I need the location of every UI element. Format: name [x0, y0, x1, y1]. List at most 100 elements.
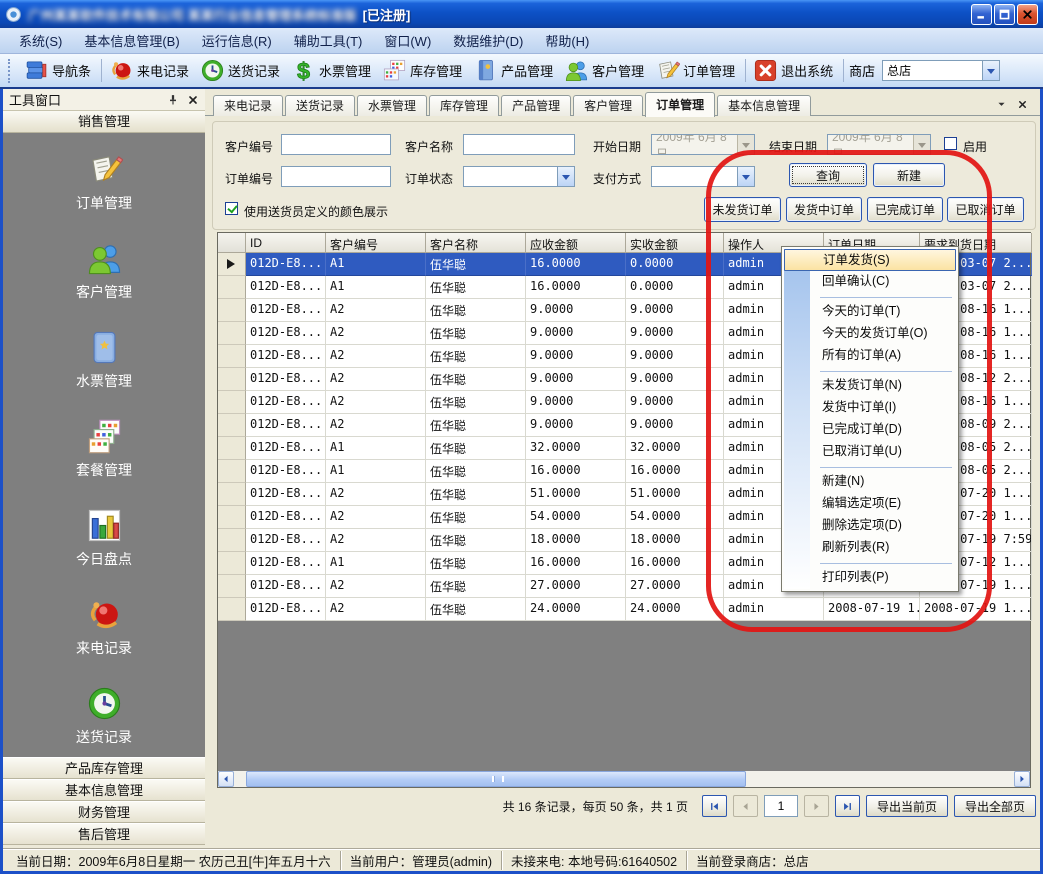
- context-menu-item[interactable]: 已完成订单(D): [784, 419, 956, 441]
- document-tab[interactable]: 产品管理: [501, 95, 571, 116]
- row-selector[interactable]: [218, 276, 246, 299]
- table-header-cell[interactable]: 应收金额: [526, 233, 626, 253]
- pay-method-combo[interactable]: [651, 166, 755, 187]
- table-header-cell[interactable]: 客户名称: [426, 233, 526, 253]
- export-current-page-button[interactable]: 导出当前页: [866, 795, 948, 817]
- document-tab[interactable]: 库存管理: [429, 95, 499, 116]
- scroll-right-button[interactable]: [1014, 771, 1030, 787]
- sidebar-section-sales[interactable]: 销售管理: [3, 111, 205, 133]
- use-color-checkbox[interactable]: [225, 202, 238, 215]
- row-selector[interactable]: [218, 575, 246, 598]
- row-selector[interactable]: [218, 391, 246, 414]
- row-selector[interactable]: [218, 345, 246, 368]
- sidebar-item[interactable]: 今日盘点: [76, 507, 132, 569]
- row-selector[interactable]: [218, 414, 246, 437]
- document-tab[interactable]: 送货记录: [285, 95, 355, 116]
- row-selector[interactable]: [218, 253, 246, 276]
- context-menu-item[interactable]: 未发货订单(N): [784, 375, 956, 397]
- window-control-button[interactable]: [1017, 4, 1038, 25]
- export-all-pages-button[interactable]: 导出全部页: [954, 795, 1036, 817]
- context-menu-item[interactable]: [784, 367, 956, 375]
- row-selector[interactable]: [218, 506, 246, 529]
- new-button[interactable]: 新建: [873, 163, 945, 187]
- scroll-left-button[interactable]: [218, 771, 234, 787]
- sidebar-section-bar[interactable]: 售后管理: [3, 823, 205, 845]
- close-icon[interactable]: [187, 94, 199, 106]
- horizontal-scrollbar[interactable]: [218, 771, 1030, 787]
- toolbar-button[interactable]: 退出系统: [749, 56, 840, 85]
- toolbar-button[interactable]: 来电记录: [105, 56, 196, 85]
- last-page-button[interactable]: [835, 795, 860, 817]
- document-tab[interactable]: 客户管理: [573, 95, 643, 116]
- context-menu-item[interactable]: 今天的订单(T): [784, 301, 956, 323]
- sidebar-item[interactable]: 来电记录: [76, 596, 132, 658]
- sidebar-section-bar[interactable]: 基本信息管理: [3, 779, 205, 801]
- toolbar-button[interactable]: 产品管理: [469, 56, 560, 85]
- context-menu-item[interactable]: 编辑选定项(E): [784, 493, 956, 515]
- context-menu-item[interactable]: 回单确认(C): [784, 271, 956, 293]
- shop-combo[interactable]: 总店: [882, 60, 1000, 81]
- context-menu-item[interactable]: 今天的发货订单(O): [784, 323, 956, 345]
- toolbar-button[interactable]: 订单管理: [651, 56, 742, 85]
- context-menu-item[interactable]: 所有的订单(A): [784, 345, 956, 367]
- menu-bar-item[interactable]: 数据维护(D): [442, 27, 534, 54]
- customer-name-input[interactable]: [463, 134, 575, 155]
- context-menu-item[interactable]: 打印列表(P): [784, 567, 956, 589]
- order-status-combo[interactable]: [463, 166, 575, 187]
- toolbar-button[interactable]: 库存管理: [378, 56, 469, 85]
- combo-arrow-icon[interactable]: [557, 167, 574, 186]
- table-row[interactable]: 012D-E8... A2 伍华聪 24.0000 24.0000 admin: [218, 598, 1030, 621]
- order-code-input[interactable]: [281, 166, 391, 187]
- close-icon[interactable]: [1017, 99, 1028, 110]
- status-filter-button[interactable]: 已取消订单: [947, 197, 1024, 222]
- toolbar-grip[interactable]: [8, 59, 13, 83]
- sidebar-item[interactable]: 套餐管理: [76, 418, 132, 480]
- table-header-cell[interactable]: 客户编号: [326, 233, 426, 253]
- sidebar-item[interactable]: 送货记录: [76, 685, 132, 747]
- context-menu-item[interactable]: 订单发货(S): [784, 249, 956, 271]
- context-menu-item[interactable]: [784, 293, 956, 301]
- menu-bar-item[interactable]: 辅助工具(T): [283, 27, 374, 54]
- table-header-cell[interactable]: 实收金额: [626, 233, 724, 253]
- context-menu-item[interactable]: 删除选定项(D): [784, 515, 956, 537]
- menu-bar-item[interactable]: 系统(S): [8, 27, 73, 54]
- end-date-picker[interactable]: 2009年 6月 8日: [827, 134, 931, 155]
- row-selector[interactable]: [218, 598, 246, 621]
- toolbar-button[interactable]: 客户管理: [560, 56, 651, 85]
- next-page-button[interactable]: [804, 795, 829, 817]
- query-button[interactable]: 查询: [789, 163, 867, 187]
- enable-checkbox[interactable]: [944, 137, 957, 150]
- row-selector[interactable]: [218, 437, 246, 460]
- row-selector[interactable]: [218, 299, 246, 322]
- table-header-cell[interactable]: ID: [246, 233, 326, 253]
- toolbar-button[interactable]: 送货记录: [196, 56, 287, 85]
- document-tab[interactable]: 订单管理: [645, 92, 715, 117]
- pin-icon[interactable]: [167, 94, 179, 106]
- page-number-input[interactable]: [764, 795, 798, 817]
- context-menu-item[interactable]: 发货中订单(I): [784, 397, 956, 419]
- row-selector[interactable]: [218, 483, 246, 506]
- status-filter-button[interactable]: 发货中订单: [786, 197, 862, 222]
- toolbar-button[interactable]: $ 水票管理: [287, 56, 378, 85]
- start-date-picker[interactable]: 2009年 6月 8日: [651, 134, 755, 155]
- status-filter-button[interactable]: 已完成订单: [867, 197, 943, 222]
- chevron-down-icon[interactable]: [996, 99, 1007, 110]
- sidebar-item[interactable]: 客户管理: [76, 240, 132, 302]
- customer-code-input[interactable]: [281, 134, 391, 155]
- row-selector[interactable]: [218, 529, 246, 552]
- sidebar-section-bar[interactable]: 财务管理: [3, 801, 205, 823]
- context-menu-item[interactable]: 新建(N): [784, 471, 956, 493]
- sidebar-section-bar[interactable]: 产品库存管理: [3, 757, 205, 779]
- row-selector[interactable]: [218, 322, 246, 345]
- context-menu-item[interactable]: 已取消订单(U): [784, 441, 956, 463]
- document-tab[interactable]: 来电记录: [213, 95, 283, 116]
- context-menu-item[interactable]: [784, 559, 956, 567]
- toolbar-button[interactable]: 导航条: [20, 56, 98, 85]
- context-menu-item[interactable]: 刷新列表(R): [784, 537, 956, 559]
- context-menu-item[interactable]: [784, 463, 956, 471]
- first-page-button[interactable]: [702, 795, 727, 817]
- row-selector[interactable]: [218, 460, 246, 483]
- menu-bar-item[interactable]: 窗口(W): [373, 27, 442, 54]
- status-filter-button[interactable]: 未发货订单: [704, 197, 781, 222]
- window-control-button[interactable]: [994, 4, 1015, 25]
